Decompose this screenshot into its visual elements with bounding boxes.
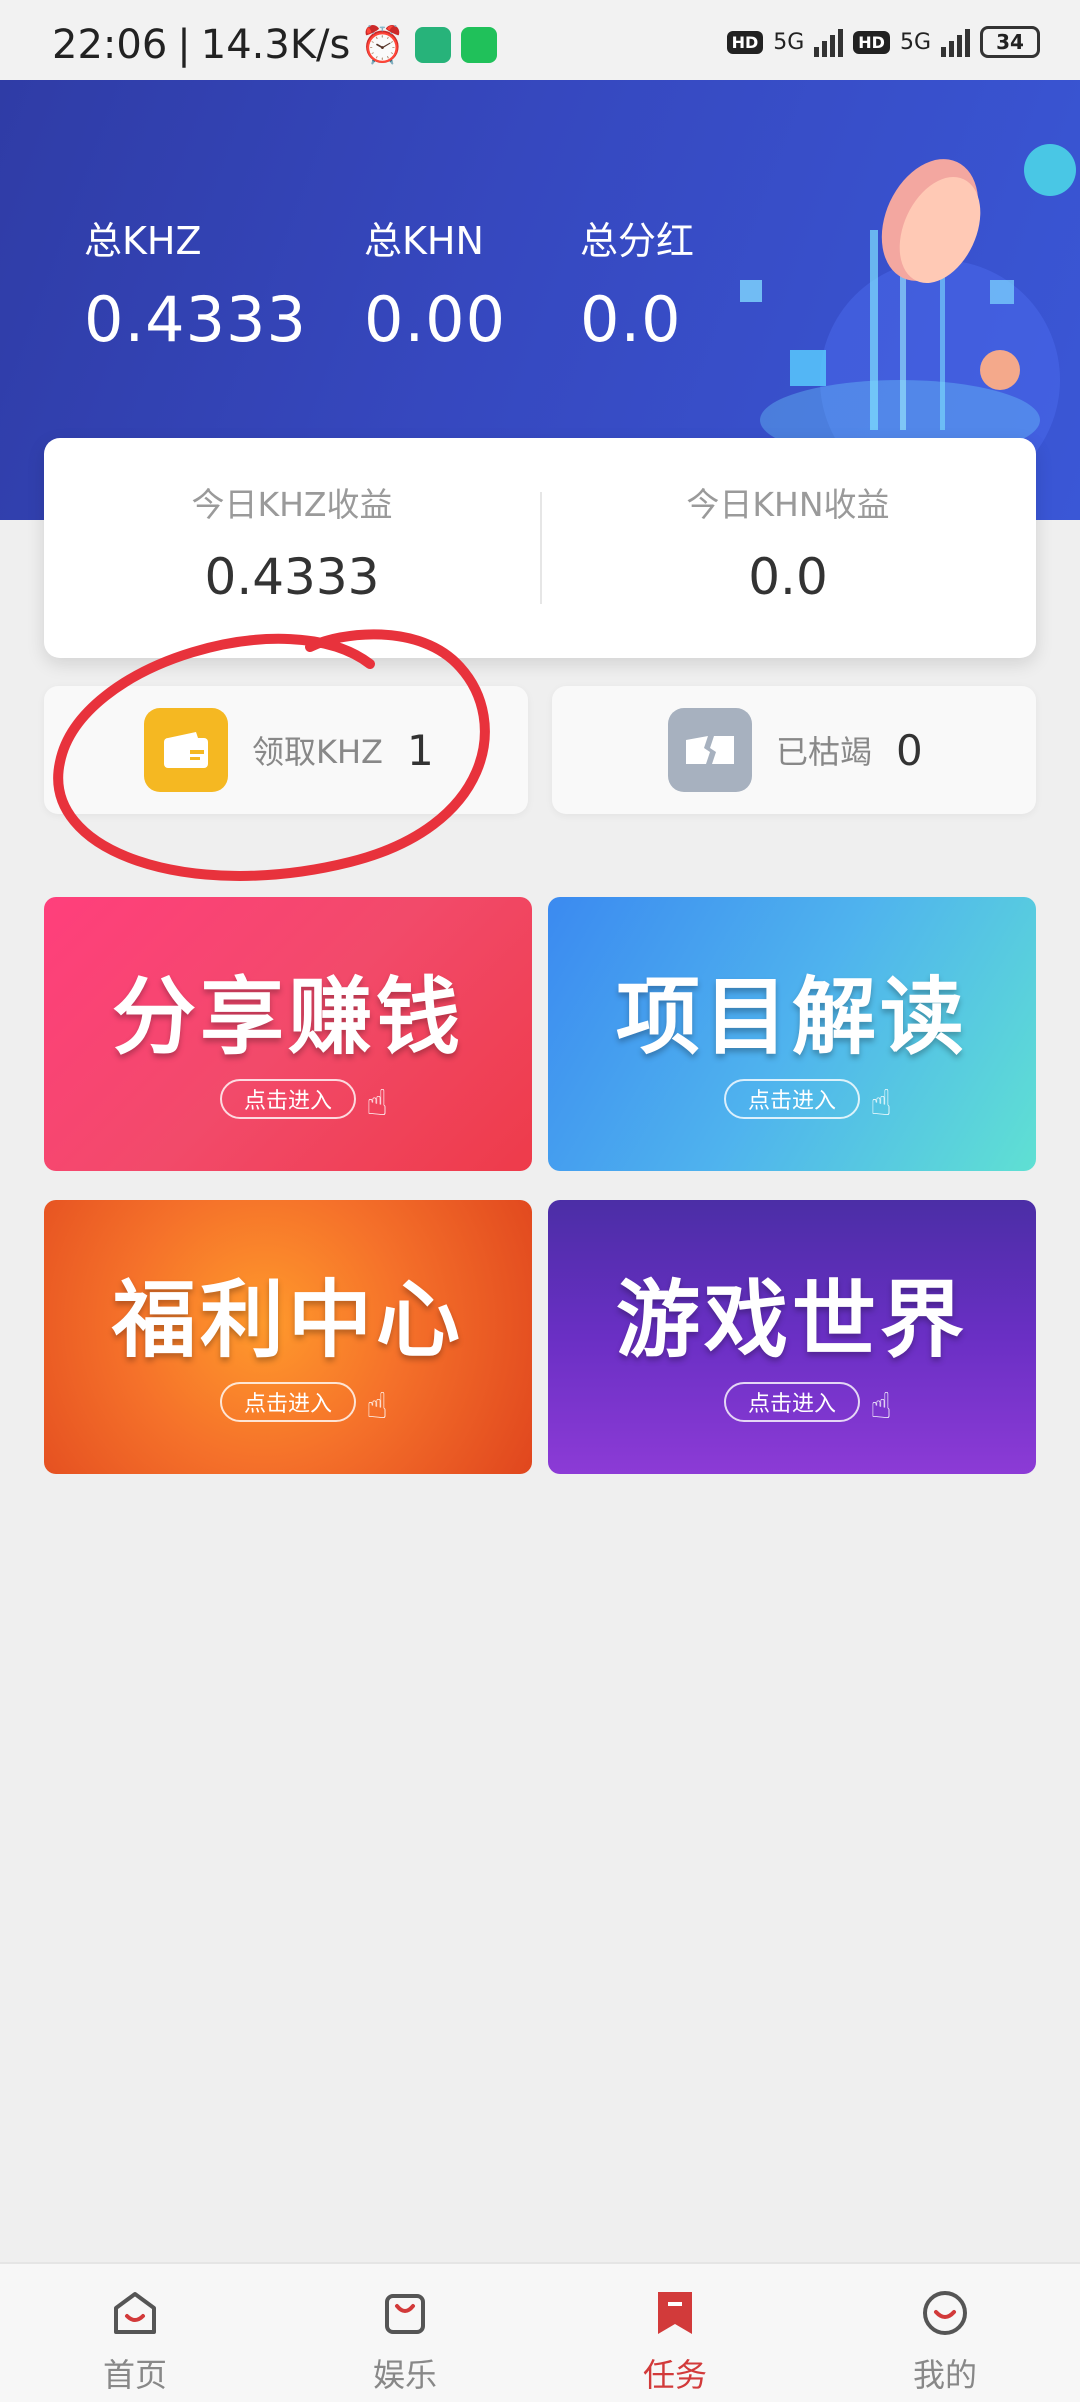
- today-earnings-card: 今日KHZ收益 0.4333 今日KHN收益 0.0: [44, 438, 1036, 658]
- exhausted-count: 0: [896, 725, 923, 775]
- broken-card-icon: [668, 708, 752, 792]
- today-khz-value: 0.4333: [204, 548, 380, 606]
- total-dividend-value: 0.0: [580, 283, 682, 356]
- nav-tasks-label: 任务: [642, 2356, 707, 2394]
- pointer-hand-icon: ☝: [366, 1082, 388, 1124]
- alarm-icon: ⏰: [360, 25, 406, 66]
- nav-mine[interactable]: 我的: [810, 2264, 1080, 2402]
- total-khz-label: 总KHZ: [84, 219, 202, 263]
- shopping-bag-icon: [385, 2294, 425, 2334]
- total-khz-stat: 总KHZ 0.4333: [84, 210, 307, 356]
- signal-label: 5G: [773, 29, 805, 55]
- exhausted-button[interactable]: 已枯竭 0: [552, 686, 1036, 814]
- tile-title: 项目解读: [615, 967, 968, 1066]
- hd-badge: HD: [726, 30, 764, 54]
- total-dividend-label: 总分红: [580, 219, 695, 263]
- enter-label: 点击进入 ☝: [219, 1381, 388, 1427]
- signal-label: 5G: [899, 29, 931, 55]
- exhausted-label: 已枯竭: [776, 733, 873, 771]
- bottom-nav: 首页 娱乐 任务 我的: [0, 2262, 1080, 2402]
- status-time: 22:06: [52, 22, 168, 68]
- game-world-tile[interactable]: 游戏世界 点击进入 ☝: [548, 1200, 1036, 1474]
- nav-entertainment[interactable]: 娱乐: [270, 2264, 540, 2402]
- tile-title: 福利中心: [111, 1270, 464, 1369]
- claim-khz-button[interactable]: 领取KHZ 1: [44, 686, 528, 814]
- claim-khz-label: 领取KHZ: [252, 733, 383, 771]
- enter-label: 点击进入 ☝: [219, 1078, 388, 1124]
- status-left: 22:06 | 14.3K/s ⏰: [52, 22, 498, 68]
- nav-mine-label: 我的: [912, 2356, 977, 2394]
- nav-tasks[interactable]: 任务: [540, 2264, 810, 2402]
- status-right: HD 5G HD 5G 34: [726, 26, 1040, 58]
- enter-text: 点击进入: [747, 1391, 836, 1417]
- status-net-speed: 14.3K/s: [200, 22, 351, 68]
- tile-title: 分享赚钱: [111, 967, 464, 1066]
- bookmark-icon: [658, 2292, 692, 2334]
- enter-text: 点击进入: [243, 1391, 332, 1417]
- today-khn: 今日KHN收益 0.0: [540, 478, 1036, 606]
- pointer-hand-icon: ☝: [870, 1385, 892, 1427]
- total-khn-stat: 总KHN 0.00: [364, 210, 506, 356]
- nav-home[interactable]: 首页: [0, 2264, 270, 2402]
- total-khn-label: 总KHN: [364, 219, 484, 263]
- welfare-center-tile[interactable]: 福利中心 点击进入 ☝: [44, 1200, 532, 1474]
- nav-entertainment-label: 娱乐: [372, 2356, 437, 2394]
- enter-text: 点击进入: [747, 1088, 836, 1114]
- claim-khz-count: 1: [406, 725, 434, 775]
- project-reading-tile[interactable]: 项目解读 点击进入 ☝: [548, 897, 1036, 1171]
- enter-label: 点击进入 ☝: [723, 1078, 892, 1124]
- home-icon: [114, 2292, 156, 2334]
- today-khz-label: 今日KHZ收益: [191, 485, 393, 524]
- wechat-icon: [461, 27, 498, 63]
- today-khz: 今日KHZ收益 0.4333: [44, 478, 540, 606]
- shield-app-icon: [415, 27, 452, 63]
- hd-badge: HD: [853, 30, 890, 54]
- signal-bars-icon: [941, 27, 970, 57]
- enter-label: 点击进入 ☝: [723, 1381, 892, 1427]
- status-separator: |: [177, 22, 191, 68]
- total-khn-value: 0.00: [364, 283, 507, 356]
- today-khn-label: 今日KHN收益: [686, 485, 890, 524]
- battery-icon: 34: [980, 26, 1040, 58]
- total-dividend-stat: 总分红 0.0: [580, 210, 694, 356]
- total-khz-value: 0.4333: [84, 283, 307, 356]
- pointer-hand-icon: ☝: [870, 1082, 892, 1124]
- profile-smile-icon: [923, 2291, 967, 2335]
- nav-home-label: 首页: [102, 2356, 167, 2394]
- wallet-icon: [144, 708, 228, 792]
- today-khn-value: 0.0: [748, 548, 828, 606]
- status-bar: 22:06 | 14.3K/s ⏰ HD 5G HD 5G 34: [0, 0, 1080, 80]
- tile-title: 游戏世界: [615, 1270, 968, 1369]
- enter-text: 点击进入: [243, 1088, 332, 1114]
- signal-bars-icon: [814, 27, 844, 57]
- pointer-hand-icon: ☝: [366, 1385, 388, 1427]
- share-earn-tile[interactable]: 分享赚钱 点击进入 ☝: [44, 897, 532, 1171]
